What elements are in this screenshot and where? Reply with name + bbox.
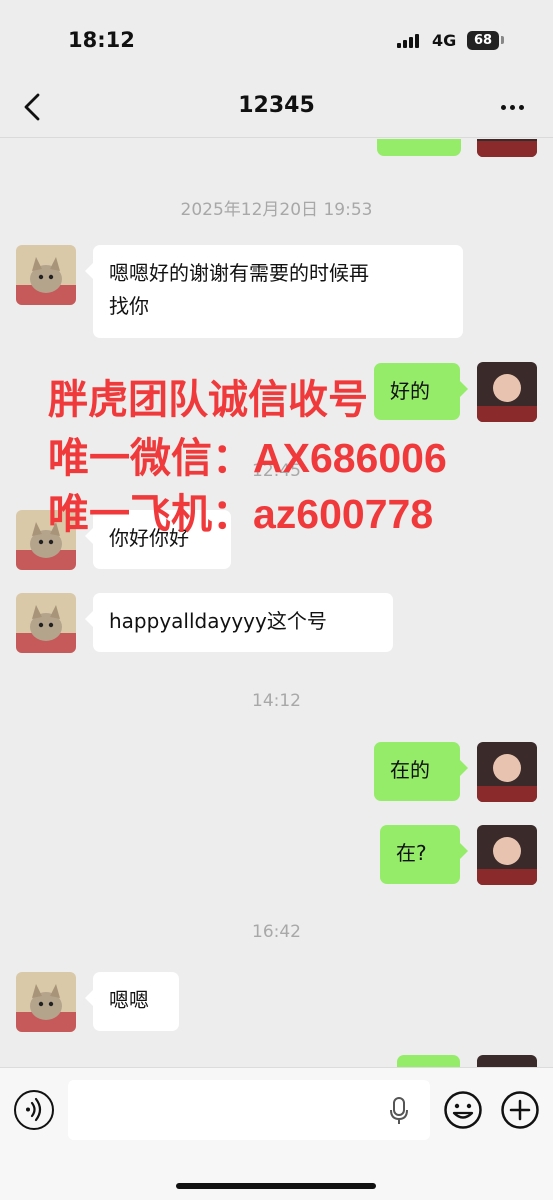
girl-avatar[interactable] — [477, 139, 537, 157]
timestamp: 2025年12月20日 19:53 — [180, 200, 373, 220]
girl-avatar[interactable] — [477, 1055, 537, 1067]
battery-tip — [501, 36, 504, 44]
message-text: 嗯嗯 — [109, 988, 149, 1012]
kitten-avatar[interactable] — [16, 972, 76, 1032]
message-bubble-outgoing-partial[interactable] — [397, 1055, 460, 1067]
girl-avatar[interactable] — [477, 742, 537, 802]
message-text: 好的 — [390, 379, 430, 403]
message-bubble-incoming[interactable]: 嗯嗯好的谢谢有需要的时候再 找你 — [85, 245, 463, 338]
voice-icon[interactable] — [14, 1090, 54, 1130]
message-list[interactable]: 2025年12月20日 19:53 嗯嗯好的谢谢有需要的时候再 找你 好的 12… — [0, 139, 553, 1067]
battery-icon: 68 — [467, 31, 499, 50]
nav-bar: 12345 — [0, 80, 553, 138]
more-dots-icon[interactable] — [497, 103, 529, 113]
message-bubble-incoming[interactable]: happyalldayyyy这个号 — [85, 593, 393, 652]
home-indicator — [176, 1183, 376, 1189]
message-bubble-incoming[interactable]: 嗯嗯 — [85, 972, 179, 1031]
status-bar: 18:12 4G 68 — [0, 0, 553, 80]
kitten-avatar[interactable] — [16, 510, 76, 570]
timestamp: 16:42 — [252, 922, 301, 942]
status-time: 18:12 — [68, 28, 135, 52]
message-text: 你好你好 — [109, 526, 189, 550]
kitten-avatar[interactable] — [16, 593, 76, 653]
message-text: 在的 — [390, 758, 430, 782]
timestamp: 12:45 — [252, 461, 301, 481]
chat-title: 12345 — [238, 93, 315, 118]
message-text-line: 嗯嗯好的谢谢有需要的时候再 — [109, 261, 369, 285]
message-bubble-outgoing-partial[interactable] — [377, 139, 461, 156]
message-bubble-outgoing[interactable]: 好的 — [374, 363, 468, 420]
message-bubble-outgoing[interactable]: 在的 — [374, 742, 468, 801]
microphone-icon[interactable] — [388, 1096, 410, 1126]
girl-avatar[interactable] — [477, 362, 537, 422]
plus-icon[interactable] — [500, 1090, 540, 1130]
girl-avatar[interactable] — [477, 825, 537, 885]
timestamp: 14:12 — [252, 691, 301, 711]
message-text: 在? — [396, 841, 427, 865]
message-text-line: 找你 — [109, 294, 149, 318]
input-bar — [0, 1067, 553, 1200]
message-text: happyalldayyyy这个号 — [109, 609, 327, 633]
message-bubble-outgoing[interactable]: 在? — [380, 825, 468, 884]
message-input[interactable] — [68, 1080, 430, 1140]
message-bubble-incoming[interactable]: 你好你好 — [85, 510, 231, 569]
signal-icon — [397, 32, 423, 48]
emoji-icon[interactable] — [443, 1090, 483, 1130]
network-type: 4G — [432, 31, 457, 50]
kitten-avatar[interactable] — [16, 245, 76, 305]
